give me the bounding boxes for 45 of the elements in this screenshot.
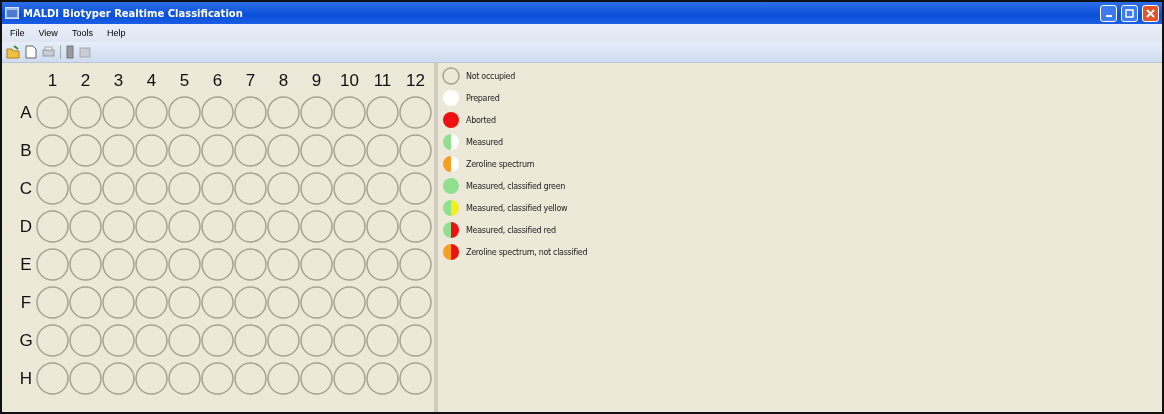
legend-label: Zeroline spectrum: [466, 159, 535, 169]
legend-label: Not occupied: [466, 71, 516, 81]
row-letter: H: [19, 368, 33, 389]
print-icon[interactable]: [42, 45, 55, 59]
minimize-button[interactable]: [1100, 4, 1117, 22]
column-number: 3: [113, 71, 124, 91]
row-letter: G: [19, 330, 33, 351]
legend-label: Measured, classified green: [466, 181, 566, 191]
legend-label: Measured: [466, 137, 503, 147]
app-icon: [5, 7, 19, 19]
column-number: 12: [406, 71, 425, 91]
minimize-icon: [1105, 14, 1112, 17]
window-title: MALDI Biotyper Realtime Classification: [23, 7, 244, 19]
column-number: 4: [146, 71, 157, 91]
open-folder-icon[interactable]: [6, 45, 20, 59]
maximize-icon: [1125, 8, 1134, 18]
column-number: 11: [373, 71, 392, 91]
column-number: 10: [340, 71, 359, 91]
close-icon: [1146, 8, 1155, 18]
row-letter: B: [20, 140, 32, 161]
row-letter: E: [20, 254, 32, 275]
column-number: 2: [80, 71, 91, 91]
legend-label: Zeroline spectrum, not classified: [466, 247, 588, 257]
column-number: 9: [311, 71, 322, 91]
legend-label: Prepared: [466, 93, 500, 103]
device-icon[interactable]: [66, 45, 74, 59]
row-letter: F: [20, 292, 32, 313]
row-letter: C: [19, 178, 33, 199]
menu-item[interactable]: Tools: [71, 28, 93, 38]
legend-label: Measured, classified red: [466, 225, 556, 235]
column-number: 1: [47, 71, 58, 91]
menu-item[interactable]: File: [10, 28, 25, 38]
menu-item[interactable]: Help: [106, 28, 126, 38]
column-number: 8: [278, 71, 289, 91]
column-number: 6: [212, 71, 223, 91]
legend-label: Aborted: [466, 115, 496, 125]
row-letter: D: [19, 216, 33, 237]
row-letter: A: [20, 102, 32, 123]
column-number: 5: [179, 71, 190, 91]
new-document-icon[interactable]: [25, 45, 37, 59]
maximize-button[interactable]: [1121, 4, 1138, 22]
legend-label: Measured, classified yellow: [466, 203, 568, 213]
column-number: 7: [245, 71, 256, 91]
close-button[interactable]: [1142, 4, 1159, 22]
menu-item[interactable]: View: [38, 28, 58, 38]
